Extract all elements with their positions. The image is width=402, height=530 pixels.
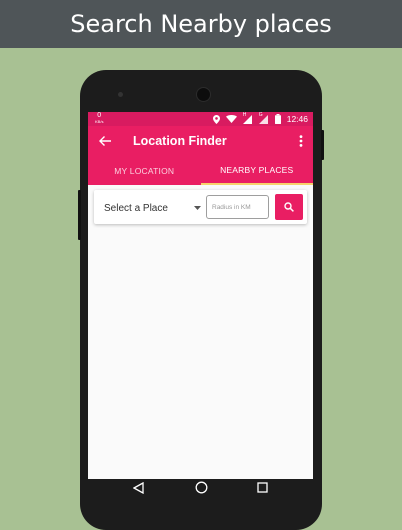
chevron-down-icon [194, 206, 201, 210]
status-icons: H G 12:46 [212, 112, 308, 125]
signal-icon-2: G [258, 112, 269, 124]
phone-side-button-left [78, 190, 81, 240]
more-vert-icon[interactable] [299, 134, 303, 148]
proximity-sensor [118, 92, 123, 97]
signal-icon: H [242, 112, 253, 124]
wifi-icon [225, 115, 237, 123]
app-title: Location Finder [133, 134, 227, 148]
banner-title: Search Nearby places [0, 0, 402, 48]
phone-screen: 0 KB/s H G 12:46 Location Finder MY LOCA… [88, 112, 313, 479]
place-select-value: Select a Place [104, 202, 168, 214]
nav-home-icon[interactable] [195, 481, 208, 494]
data-rate-unit: KB/s [95, 119, 104, 124]
status-bar: 0 KB/s H G 12:46 [88, 112, 313, 126]
front-camera [196, 87, 211, 102]
nav-back-icon[interactable] [133, 482, 144, 494]
location-pin-icon [212, 114, 220, 124]
status-time: 12:46 [286, 114, 308, 124]
tab-bar: MY LOCATION NEARBY PLACES [88, 156, 313, 185]
place-select[interactable]: Select a Place [104, 200, 201, 216]
data-rate-value: 0 [97, 112, 102, 119]
app-bar: Location Finder [88, 126, 313, 156]
data-rate-indicator: 0 KB/s [95, 112, 104, 125]
tab-my-location[interactable]: MY LOCATION [88, 156, 201, 185]
tab-nearby-places[interactable]: NEARBY PLACES [200, 156, 313, 185]
phone-side-button-right [321, 130, 324, 160]
signal-badge-h: H [242, 112, 247, 118]
search-icon [284, 202, 294, 212]
battery-icon [274, 114, 281, 124]
search-button[interactable] [275, 194, 303, 220]
system-nav-bar [80, 479, 322, 499]
nav-recent-icon[interactable] [257, 482, 268, 493]
signal-badge-g: G [258, 112, 263, 118]
radius-input[interactable] [206, 195, 269, 219]
arrow-back-icon[interactable] [97, 133, 113, 149]
search-card: Select a Place [94, 190, 307, 224]
